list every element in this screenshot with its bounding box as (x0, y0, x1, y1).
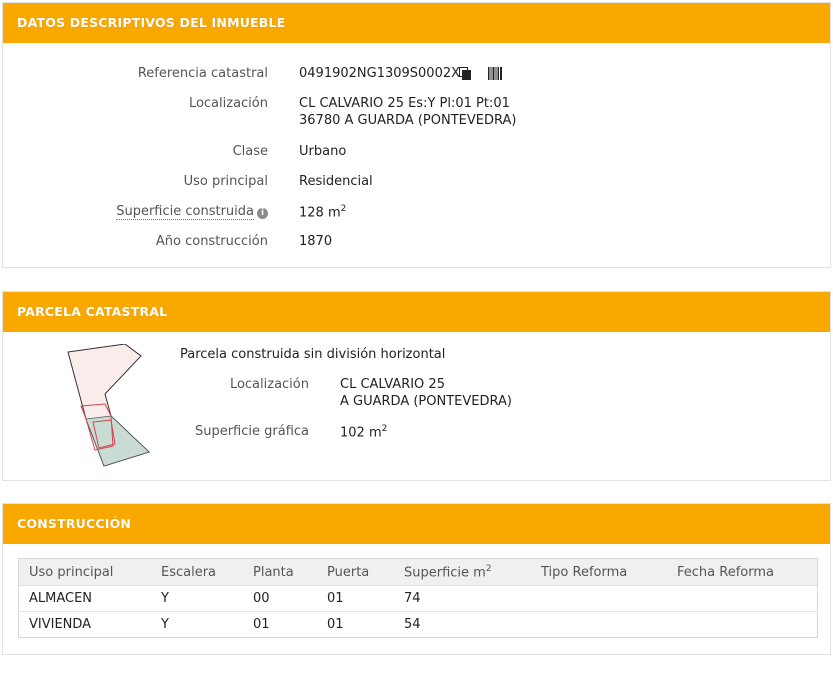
col-fecha-reforma: Fecha Reforma (667, 559, 817, 586)
superficie-grafica-value: 102 m2 (340, 424, 387, 440)
parcel-map[interactable] (63, 344, 153, 469)
parcela-catastral-header: PARCELA CATASTRAL (3, 292, 830, 332)
copy-icon[interactable] (459, 67, 471, 84)
table-row: ALMACEN Y 00 01 74 (19, 585, 817, 612)
uso-principal-label: Uso principal (183, 174, 268, 189)
localizacion-line1: CL CALVARIO 25 Es:Y Pl:01 Pt:01 (299, 96, 510, 111)
cell-uso: VIVIENDA (29, 617, 92, 632)
col-escalera: Escalera (151, 559, 243, 586)
anio-construccion-label: Año construcción (155, 234, 268, 249)
superficie-grafica-label: Superficie gráfica (194, 424, 309, 439)
cell-planta: 01 (253, 617, 270, 632)
cell-tipo-reforma (531, 585, 667, 612)
localizacion-line2: 36780 A GUARDA (PONTEVEDRA) (299, 113, 517, 128)
superficie-construida-text: Superficie construida (116, 204, 254, 220)
cell-fecha-reforma (667, 585, 817, 612)
cell-superficie: 74 (394, 585, 531, 612)
parcela-localizacion-label: Localización (229, 377, 309, 392)
referencia-value: 0491902NG1309S0002XT (299, 66, 468, 81)
cell-escalera: Y (161, 617, 169, 632)
superficie-grafica-exp: 2 (381, 424, 388, 434)
superficie-construida-number: 128 m (299, 205, 341, 221)
superficie-construida-label: Superficie construida i (116, 204, 268, 220)
barcode-icon[interactable] (488, 67, 502, 84)
col-tipo-reforma: Tipo Reforma (531, 559, 667, 586)
superficie-construida-value: 128 m2 (299, 204, 346, 220)
table-row: VIVIENDA Y 01 01 54 (19, 612, 817, 638)
col-uso-principal: Uso principal (19, 559, 151, 586)
parcela-title: Parcela construida sin división horizont… (180, 347, 446, 362)
construccion-header: CONSTRUCCIÓN (3, 504, 830, 544)
cell-puerta: 01 (317, 585, 394, 612)
col-puerta: Puerta (317, 559, 394, 586)
datos-descriptivos-header: DATOS DESCRIPTIVOS DEL INMUEBLE (3, 3, 830, 43)
construccion-panel: CONSTRUCCIÓN Uso principal Escalera Plan… (2, 503, 831, 655)
cell-superficie: 54 (404, 617, 421, 632)
clase-label: Clase (232, 144, 268, 159)
superficie-grafica-number: 102 m (340, 425, 382, 441)
parcel-building-zone (85, 415, 150, 467)
parcela-catastral-panel: PARCELA CATASTRAL Parcela construida sin… (2, 291, 831, 481)
cell-uso: ALMACEN (19, 585, 151, 612)
info-icon[interactable]: i (257, 208, 268, 219)
cell-escalera: Y (151, 585, 243, 612)
cell-fecha-reforma (667, 612, 817, 638)
datos-descriptivos-panel: DATOS DESCRIPTIVOS DEL INMUEBLE Referenc… (2, 2, 831, 268)
cell-tipo-reforma (531, 612, 667, 638)
parcela-localizacion-line1: CL CALVARIO 25 (340, 377, 445, 392)
col-superficie: Superficie m2 (394, 559, 531, 586)
col-superficie-exp: 2 (485, 563, 492, 574)
cell-puerta: 01 (327, 617, 344, 632)
referencia-label: Referencia catastral (137, 66, 268, 81)
uso-principal-value: Residencial (299, 174, 373, 189)
localizacion-label: Localización (188, 96, 268, 111)
clase-value: Urbano (299, 144, 347, 159)
superficie-construida-exp: 2 (340, 204, 347, 214)
cell-planta: 00 (243, 585, 317, 612)
col-superficie-text: Superficie m (404, 565, 486, 581)
anio-construccion-value: 1870 (299, 234, 333, 249)
construccion-table-wrap: Uso principal Escalera Planta Puerta Sup… (18, 558, 818, 638)
construccion-table: Uso principal Escalera Planta Puerta Sup… (19, 559, 817, 637)
table-header-row: Uso principal Escalera Planta Puerta Sup… (19, 559, 817, 586)
col-planta: Planta (243, 559, 317, 586)
parcela-localizacion-line2: A GUARDA (PONTEVEDRA) (340, 394, 512, 409)
